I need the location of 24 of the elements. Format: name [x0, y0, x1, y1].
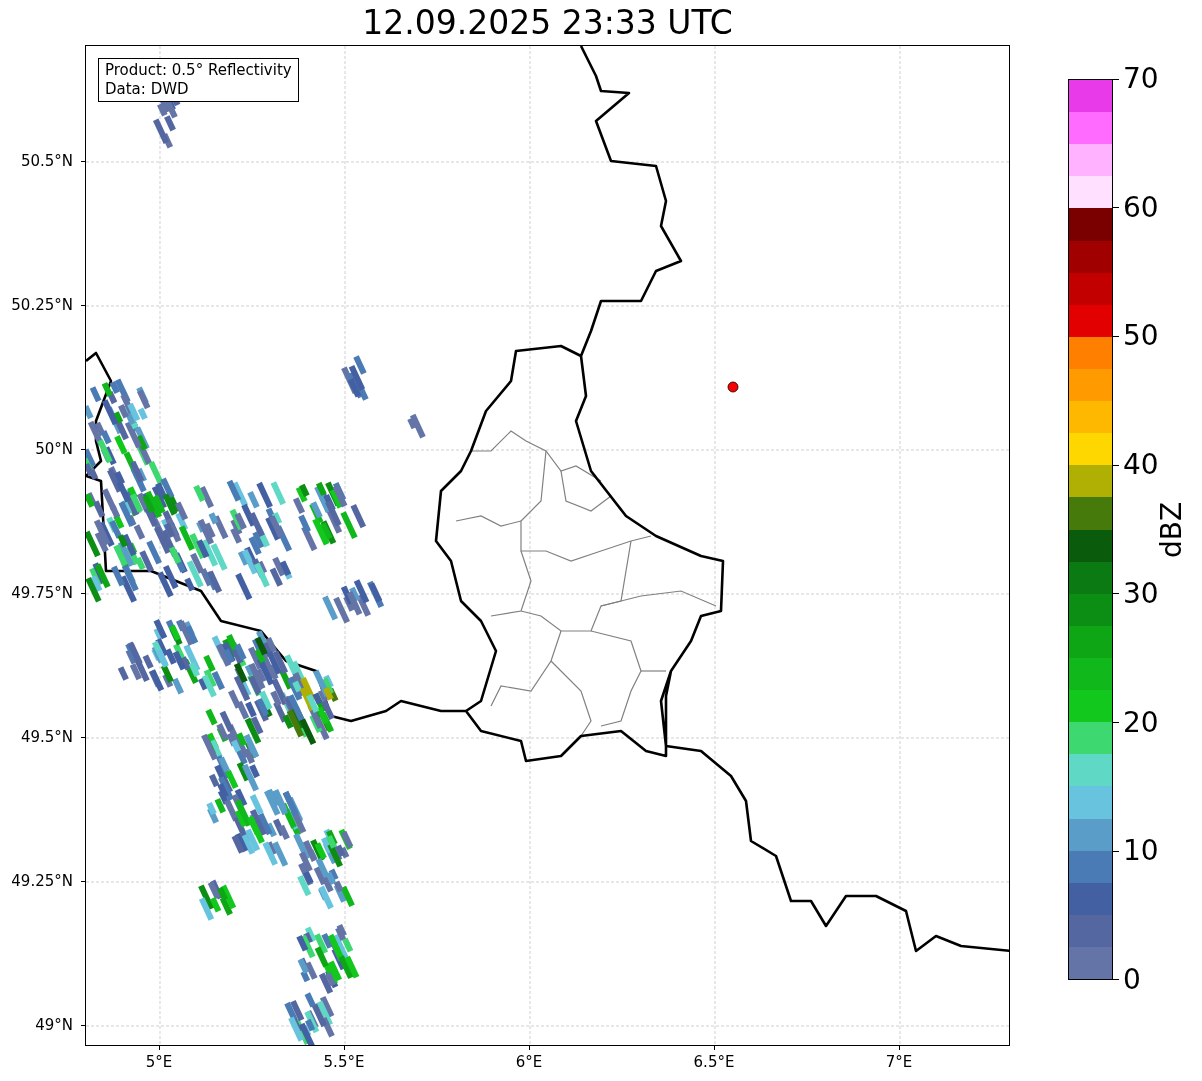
axis-tick-label: 50.25°N [11, 296, 73, 314]
colorbar-tick-label: 50 [1123, 320, 1159, 353]
axis-tick-label: 50°N [35, 440, 73, 458]
axis-tick-label: 49°N [35, 1016, 73, 1034]
colorbar-tick-label: 0 [1123, 963, 1141, 996]
axis-tick-label: 6°E [515, 1053, 543, 1071]
axis-tick-label: 49.75°N [11, 584, 73, 602]
info-text: Product: 0.5° Reflectivity [105, 61, 292, 80]
axis-tick-label: 6.5°E [693, 1053, 735, 1071]
colorbar-tick-label: 20 [1123, 706, 1159, 739]
colorbar-tick-label: 60 [1123, 191, 1159, 224]
chart-title: 12.09.2025 23:33 UTC [362, 2, 733, 43]
colorbar-tick-label: 30 [1123, 577, 1159, 610]
colorbar-tick-label: 70 [1123, 63, 1159, 95]
colorbar-label: dBZ [1155, 501, 1188, 558]
axis-tick-label: 5°E [145, 1053, 173, 1071]
colorbar-tick-label: 10 [1123, 835, 1159, 868]
axis-tick-label: 7°E [885, 1053, 913, 1071]
axis-tick-label: 49.5°N [20, 728, 73, 746]
axis-tick-label: 49.25°N [11, 872, 73, 890]
colorbar-tick-label: 40 [1123, 449, 1159, 482]
axis-tick-label: 5.5°E [323, 1053, 365, 1071]
info-text: Data: DWD [105, 80, 190, 99]
axis-tick-label: 50.5°N [20, 152, 73, 170]
